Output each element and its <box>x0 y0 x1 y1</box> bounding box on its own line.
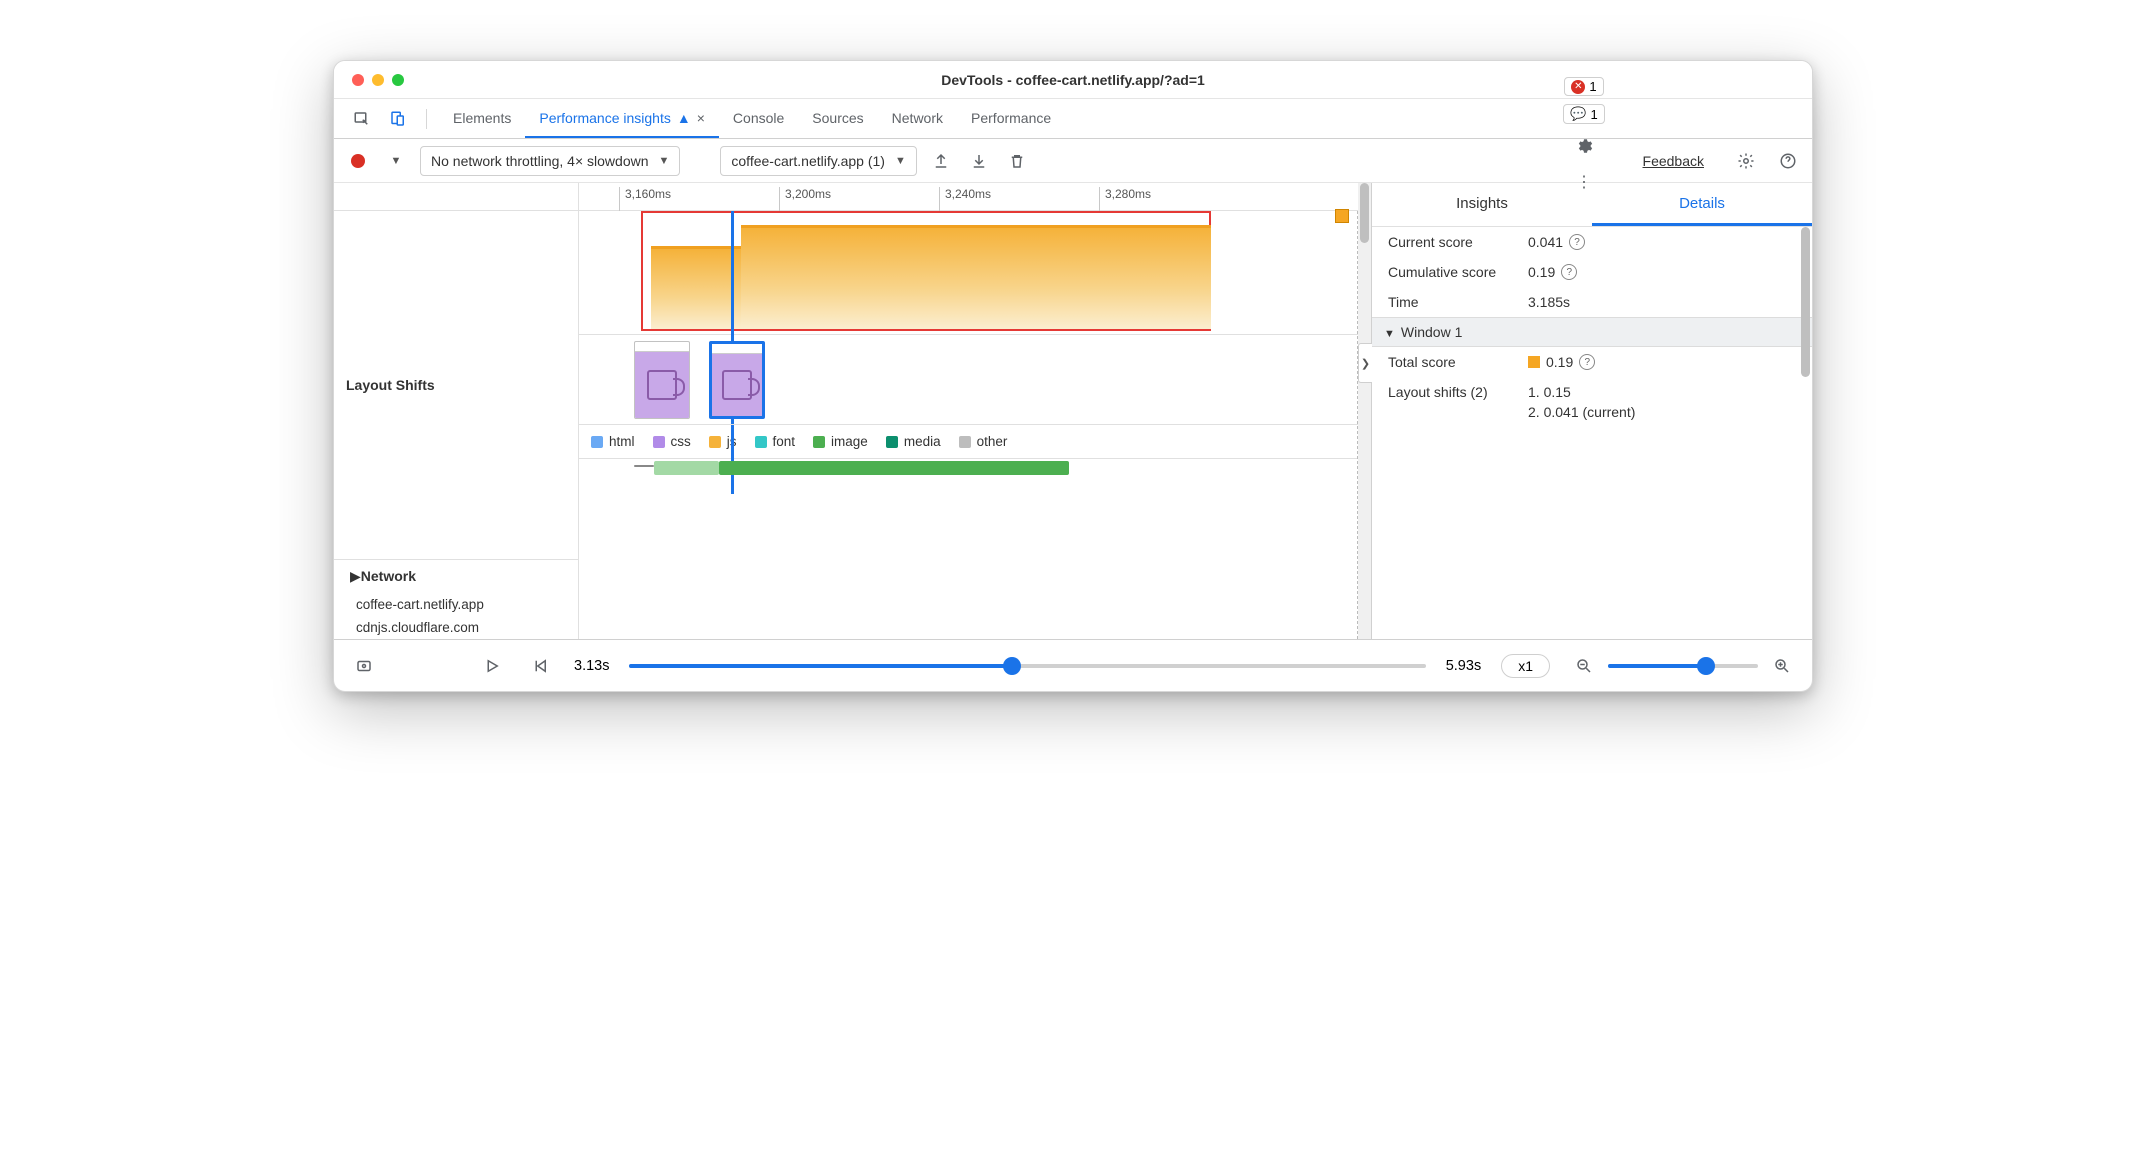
time-value: 3.185s <box>1528 294 1570 310</box>
zoom-out-icon[interactable] <box>1570 652 1598 680</box>
recording-select[interactable]: coffee-cart.netlify.app (1)▼ <box>720 146 916 176</box>
device-toggle-icon[interactable] <box>384 105 412 133</box>
layout-shift-item[interactable]: 2. 0.041 (current) <box>1528 404 1635 420</box>
tab-elements[interactable]: Elements <box>439 99 525 138</box>
playback-slider[interactable] <box>629 664 1425 668</box>
details-panel: ❯ Insights Details Current score 0.041? … <box>1372 183 1812 639</box>
track-labels: Layout Shifts ▶Network coffee-cart.netli… <box>334 183 579 639</box>
close-tab-icon[interactable]: × <box>697 110 705 126</box>
tab-performance[interactable]: Performance <box>957 99 1065 138</box>
time-ruler: 3,160ms 3,200ms 3,240ms 3,280ms <box>579 183 1371 211</box>
panel-expand-handle[interactable]: ❯ <box>1358 343 1372 383</box>
screenshot-thumb[interactable] <box>634 341 690 419</box>
layout-shifts-label: Layout shifts (2) <box>1388 384 1528 400</box>
playback-end-time: 5.93s <box>1446 658 1481 674</box>
record-button[interactable] <box>344 147 372 175</box>
tab-performance-insights[interactable]: Performance insights ▲ × <box>525 99 719 138</box>
network-waterfall[interactable] <box>579 459 1371 499</box>
import-icon[interactable] <box>965 147 993 175</box>
timeline-panel: Layout Shifts ▶Network coffee-cart.netli… <box>334 183 1372 639</box>
flask-icon: ▲ <box>677 110 691 126</box>
network-section-toggle[interactable]: ▶Network <box>334 560 578 593</box>
delete-icon[interactable] <box>1003 147 1031 175</box>
timeline-canvas[interactable]: 3,160ms 3,200ms 3,240ms 3,280ms <box>579 183 1371 639</box>
playback-bar: 3.13s 5.93s x1 <box>334 639 1812 691</box>
total-score-label: Total score <box>1388 354 1528 370</box>
window-section-header[interactable]: ▼Window 1 <box>1372 317 1812 347</box>
export-icon[interactable] <box>927 147 955 175</box>
record-menu-caret[interactable]: ▼ <box>382 147 410 175</box>
zoom-in-icon[interactable] <box>1768 652 1796 680</box>
current-score-value: 0.041 <box>1528 234 1563 250</box>
zoom-controls <box>1570 652 1796 680</box>
settings-gear-icon[interactable] <box>1570 132 1598 160</box>
details-scrollbar[interactable] <box>1799 183 1812 639</box>
more-tabs-icon[interactable]: » <box>1570 60 1598 69</box>
playback-start-time: 3.13s <box>574 658 609 674</box>
network-host-row[interactable]: coffee-cart.netlify.app <box>334 593 578 616</box>
message-badge[interactable]: 💬1 <box>1563 104 1604 124</box>
help-icon[interactable]: ? <box>1561 264 1577 280</box>
layout-shifts-label: Layout Shifts <box>334 211 578 560</box>
time-label: Time <box>1388 294 1528 310</box>
layout-shift-item[interactable]: 1. 0.15 <box>1528 384 1571 400</box>
current-score-label: Current score <box>1388 234 1528 250</box>
vertical-scrollbar[interactable] <box>1358 183 1371 639</box>
tab-details[interactable]: Details <box>1592 183 1812 226</box>
devtools-tabbar: Elements Performance insights ▲ × Consol… <box>334 99 1812 139</box>
rewind-start-icon[interactable] <box>526 652 554 680</box>
preview-toggle-icon[interactable] <box>350 652 378 680</box>
zoom-slider[interactable] <box>1608 664 1758 668</box>
playback-speed-pill[interactable]: x1 <box>1501 654 1550 678</box>
network-legend: html css js font image media other <box>579 425 1371 459</box>
main-content: Layout Shifts ▶Network coffee-cart.netli… <box>334 183 1812 639</box>
help-icon[interactable]: ? <box>1579 354 1595 370</box>
screenshot-strip <box>579 335 1371 425</box>
cumulative-score-label: Cumulative score <box>1388 264 1528 280</box>
inspect-icon[interactable] <box>348 105 376 133</box>
devtools-window: DevTools - coffee-cart.netlify.app/?ad=1… <box>333 60 1813 692</box>
play-button-icon[interactable] <box>478 652 506 680</box>
tab-insights[interactable]: Insights <box>1372 183 1592 226</box>
layout-shift-chart[interactable] <box>579 211 1371 335</box>
tab-sources[interactable]: Sources <box>798 99 877 138</box>
details-tabbar: Insights Details <box>1372 183 1812 227</box>
tab-network[interactable]: Network <box>878 99 957 138</box>
network-host-row[interactable]: cdnjs.cloudflare.com <box>334 616 578 639</box>
tab-console[interactable]: Console <box>719 99 798 138</box>
help-icon[interactable]: ? <box>1569 234 1585 250</box>
cumulative-score-value: 0.19 <box>1528 264 1555 280</box>
screenshot-thumb-selected[interactable] <box>709 341 765 419</box>
total-score-value: 0.19 <box>1546 354 1573 370</box>
score-swatch-icon <box>1528 356 1540 368</box>
throttling-select[interactable]: No network throttling, 4× slowdown▼ <box>420 146 680 176</box>
error-badge[interactable]: ✕1 <box>1564 77 1603 96</box>
